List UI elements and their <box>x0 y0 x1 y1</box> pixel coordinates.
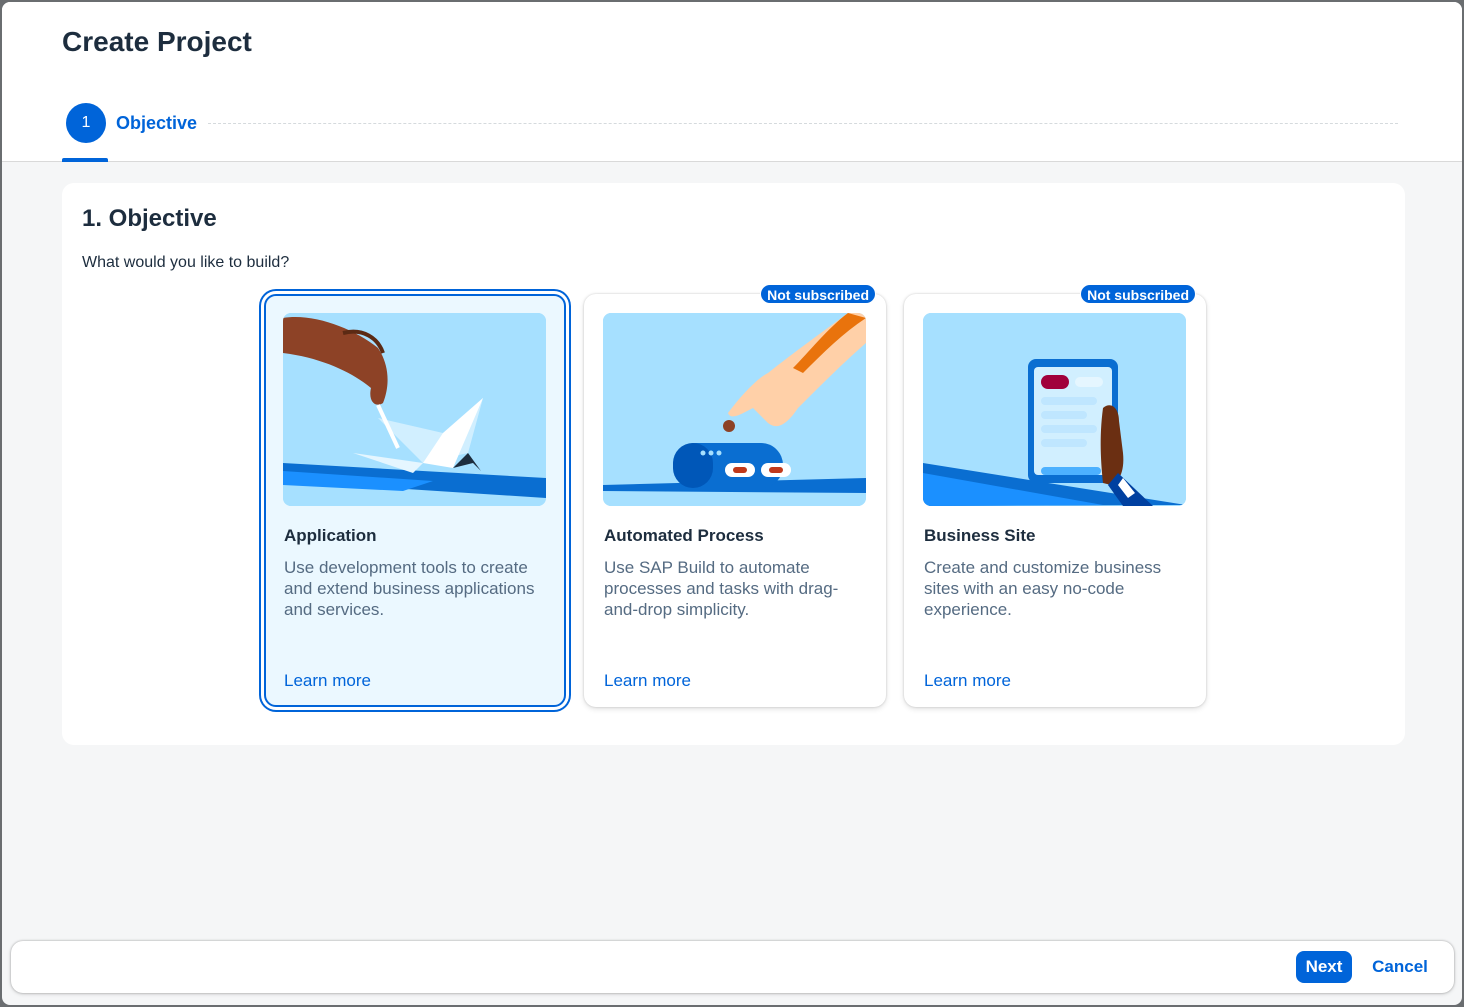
card-title: Automated Process <box>604 526 764 545</box>
not-subscribed-badge: Not subscribed <box>1080 284 1196 304</box>
origami-crane-illustration <box>283 313 546 506</box>
robot-hand-illustration <box>603 313 866 506</box>
next-button[interactable]: Next <box>1296 951 1352 983</box>
card-title: Business Site <box>924 526 1036 545</box>
dialog-header: Create Project 1 Objective <box>2 2 1462 162</box>
dialog-footer: Next Cancel <box>11 941 1454 993</box>
tablet-hand-illustration <box>923 313 1186 506</box>
objective-panel: 1. Objective What would you like to buil… <box>62 183 1405 745</box>
learn-more-link[interactable]: Learn more <box>604 671 691 691</box>
step-label: Objective <box>116 112 198 133</box>
create-project-dialog: Create Project 1 Objective 1. Objective … <box>2 2 1462 1005</box>
cancel-button[interactable]: Cancel <box>1362 951 1438 983</box>
learn-more-link[interactable]: Learn more <box>284 671 371 691</box>
card-business-site[interactable]: Not subscribed Business Site Create and … <box>904 284 1206 707</box>
learn-more-link[interactable]: Learn more <box>924 671 1011 691</box>
step-number-badge: 1 <box>66 103 106 143</box>
wizard-step-objective[interactable]: 1 Objective <box>66 103 197 143</box>
not-subscribed-badge: Not subscribed <box>760 284 876 304</box>
card-automated-process[interactable]: Not subscribed Automated Process Use SAP… <box>584 284 886 707</box>
card-application[interactable]: Application Use development tools to cre… <box>264 294 566 707</box>
page-title: Create Project <box>62 26 252 57</box>
card-description: Use SAP Build to automate processes and … <box>604 558 839 619</box>
active-step-indicator <box>62 158 108 162</box>
card-description: Use development tools to create and exte… <box>284 558 535 619</box>
card-title: Application <box>284 526 377 545</box>
wizard-progress-line <box>208 123 1398 124</box>
section-title: 1. Objective <box>82 205 217 232</box>
section-question: What would you like to build? <box>82 254 290 271</box>
card-description: Create and customize business sites with… <box>924 558 1162 619</box>
